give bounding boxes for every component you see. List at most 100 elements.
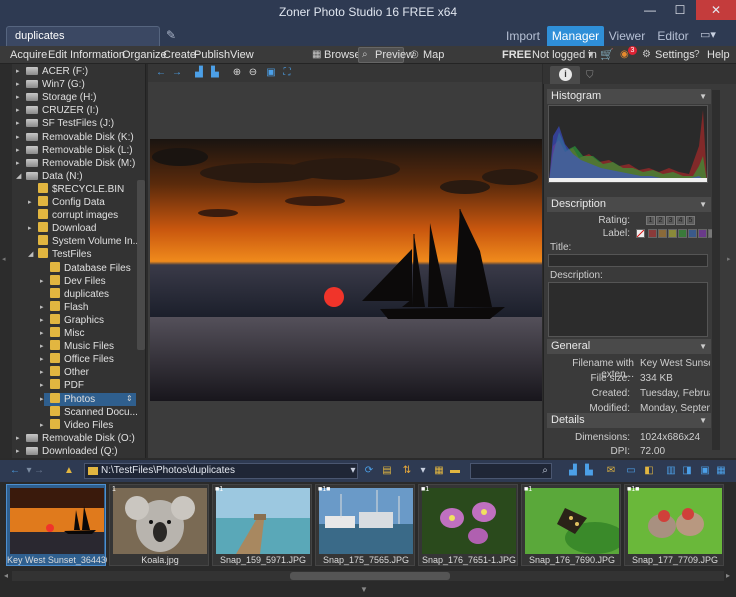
thumbnail-item[interactable]: ■1 Snap_176_7651-1.JPG — [418, 484, 518, 566]
tree-item-folder[interactable]: duplicates — [50, 287, 109, 301]
forward-arrow-icon[interactable]: → — [32, 464, 46, 478]
info-icon[interactable]: i — [559, 68, 572, 81]
label-color-swatch[interactable] — [668, 229, 677, 238]
panels-icon[interactable]: ▦ — [714, 464, 728, 478]
tree-expander-icon[interactable]: ▸ — [40, 301, 48, 314]
scroll-left-icon[interactable]: ◂ — [4, 571, 8, 580]
gallery-icon[interactable]: ▭ — [624, 464, 638, 478]
tree-item-folder[interactable]: PDF — [50, 379, 84, 392]
tree-expander-icon[interactable]: ▸ — [40, 275, 48, 288]
label-color-swatch[interactable] — [648, 229, 657, 238]
tree-item-drive[interactable]: Storage (H:) — [26, 91, 96, 104]
tree-expander-icon[interactable]: ▸ — [40, 366, 48, 379]
rating-star-4[interactable]: 4 — [676, 216, 685, 225]
display-menu-icon[interactable]: ▭▾ — [700, 26, 730, 44]
thumbnail-item[interactable]: ■1 Snap_159_5971.JPG — [212, 484, 312, 566]
mode-tab-import[interactable]: Import — [500, 26, 546, 46]
up-folder-icon[interactable]: ▲ — [62, 464, 76, 478]
tree-expander-icon[interactable]: ▸ — [16, 117, 24, 130]
gear-icon[interactable]: ⚙ — [642, 46, 651, 64]
refresh-icon[interactable]: ⟳ — [362, 464, 376, 478]
scroll-right-icon[interactable]: ▸ — [726, 571, 730, 580]
tree-expander-icon[interactable]: ▸ — [16, 432, 24, 445]
label-none-swatch[interactable] — [636, 229, 645, 238]
back-arrow-icon[interactable]: ← — [154, 66, 168, 80]
compare-icon[interactable]: ◨ — [680, 464, 694, 478]
tree-expander-icon[interactable]: ▸ — [40, 327, 48, 340]
rating-star-1[interactable]: 1 — [646, 216, 655, 225]
menu-organize[interactable]: Organize — [122, 46, 167, 64]
tree-expander-icon[interactable]: ▸ — [28, 196, 36, 209]
fit-window-icon[interactable]: ⛶ — [280, 66, 294, 80]
histogram-header[interactable]: Histogram ▼ — [547, 89, 711, 104]
rating-star-3[interactable]: 3 — [666, 216, 675, 225]
tree-item-folder[interactable]: Dev Files — [50, 274, 106, 288]
title-field[interactable] — [548, 254, 708, 267]
label-color-swatch[interactable] — [658, 229, 667, 238]
tree-item-drive[interactable]: Removable Disk (O:) — [26, 432, 135, 445]
maximize-button[interactable]: ☐ — [666, 0, 694, 20]
thumbnail-item[interactable]: ■1 Snap_176_7690.JPG — [521, 484, 621, 566]
sort-icon[interactable]: ⇅ — [400, 464, 414, 478]
new-tab-icon[interactable]: ✎ — [166, 28, 178, 42]
tree-item-folder[interactable]: Misc — [50, 327, 85, 340]
tree-item-drive[interactable]: Removable Disk (M:) — [26, 157, 135, 170]
tree-expander-icon[interactable]: ▸ — [16, 91, 24, 104]
menu-create[interactable]: Create — [163, 46, 196, 64]
rotate-left-icon[interactable]: ▟ — [566, 464, 580, 478]
menu-publish[interactable]: Publish — [194, 46, 230, 64]
tree-expander-icon[interactable]: ▸ — [40, 340, 48, 353]
settings-button[interactable]: Settings — [655, 46, 695, 64]
tree-item-folder[interactable]: Flash — [50, 300, 88, 314]
tree-scrollbar[interactable] — [137, 180, 145, 350]
tree-expander-icon[interactable]: ▸ — [16, 445, 24, 458]
thumbnail-item[interactable]: Key West Sunset_364430... — [6, 484, 107, 566]
layout-icon[interactable]: ▣ — [698, 464, 712, 478]
tree-item-folder[interactable]: Photos — [50, 392, 95, 406]
tree-expander-icon[interactable]: ▸ — [16, 144, 24, 157]
chevron-down-icon[interactable]: ▾ — [588, 46, 593, 64]
tree-item-folder[interactable]: Database Files — [50, 261, 131, 275]
tree-item-drive[interactable]: Removable Disk (L:) — [26, 144, 133, 157]
collapse-bottom-icon[interactable]: ▼ — [360, 585, 368, 594]
tree-expander-icon[interactable]: ▸ — [28, 222, 36, 235]
zoom-out-icon[interactable]: ⊖ — [246, 66, 260, 80]
menu-acquire[interactable]: Acquire — [10, 46, 47, 64]
rotate-right-icon[interactable]: ▙ — [208, 66, 222, 80]
preview-image[interactable] — [150, 139, 542, 401]
mode-tab-manager[interactable]: Manager — [547, 26, 604, 46]
close-button[interactable]: ✕ — [696, 0, 736, 20]
back-arrow-icon[interactable]: ← — [8, 464, 22, 478]
label-color-swatch[interactable] — [678, 229, 687, 238]
thumbnail-item[interactable]: ■1■ Snap_177_7709.JPG — [624, 484, 724, 566]
menu-information[interactable]: Information — [70, 46, 125, 64]
collapse-left-icon[interactable]: ◂ — [2, 255, 6, 263]
scrollbar-thumb[interactable] — [290, 572, 450, 580]
menu-view[interactable]: View — [230, 46, 254, 64]
tree-expander-icon[interactable]: ▸ — [40, 314, 48, 327]
calendar-icon[interactable]: ▦ — [432, 464, 446, 478]
tree-item-folder[interactable]: System Volume In... — [38, 235, 141, 248]
tree-item-drive[interactable]: ACER (F:) — [26, 65, 88, 78]
tree-item-folder[interactable]: corrupt images — [38, 209, 118, 222]
tree-item-drive[interactable]: Downloaded (Q:) — [26, 445, 118, 458]
panel-scrollbar[interactable] — [712, 90, 720, 450]
mode-tab-viewer[interactable]: Viewer — [604, 26, 650, 46]
search-icon[interactable]: ⌕ — [538, 464, 552, 478]
tree-expander-icon[interactable]: ▸ — [16, 104, 24, 117]
tree-expander-icon[interactable]: ◢ — [28, 248, 36, 261]
zoom-in-icon[interactable]: ⊕ — [230, 66, 244, 80]
rotate-right-icon[interactable]: ▙ — [582, 464, 596, 478]
collapse-right-icon[interactable]: ▸ — [727, 255, 731, 263]
favorite-folder-icon[interactable]: ▬ — [448, 464, 462, 478]
tree-expander-icon[interactable]: ▸ — [40, 353, 48, 366]
tree-item-folder[interactable]: Other — [50, 366, 89, 379]
tree-expander-icon[interactable]: ◢ — [16, 170, 24, 183]
label-color-swatch[interactable] — [698, 229, 707, 238]
tree-expander-icon[interactable]: ▸ — [40, 379, 48, 392]
tree-item-folder[interactable]: Video Files — [50, 418, 113, 432]
menu-edit[interactable]: Edit — [48, 46, 67, 64]
cart-icon[interactable]: 🛒 — [600, 46, 614, 64]
details-header[interactable]: Details ▼ — [547, 413, 711, 428]
keywords-tab-icon[interactable]: ⛉ — [586, 70, 594, 81]
